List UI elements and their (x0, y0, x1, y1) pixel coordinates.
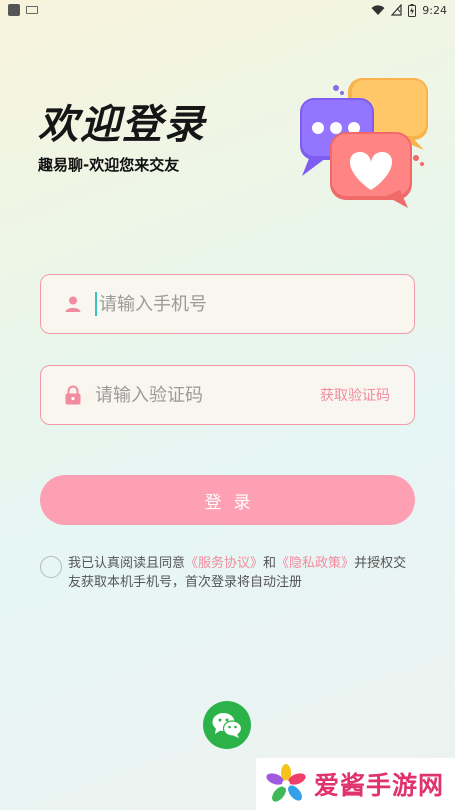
phone-field[interactable] (40, 274, 415, 334)
signal-icon (391, 4, 402, 16)
agreement-text: 我已认真阅读且同意《服务协议》和《隐私政策》并授权交友获取本机手机号，首次登录将… (68, 554, 415, 592)
status-time: 9:24 (422, 3, 447, 17)
agreement-and: 和 (263, 556, 277, 571)
agreement-checkbox[interactable] (40, 556, 62, 578)
status-bar: 9:24 (0, 0, 455, 20)
lock-icon (63, 385, 83, 405)
status-left (8, 4, 38, 16)
verification-code-input[interactable] (95, 384, 320, 406)
page-subtitle: 趣易聊-欢迎您来交友 (38, 156, 180, 174)
watermark-text: 爱酱手游网 (314, 771, 445, 800)
service-agreement-link[interactable]: 《服务协议》 (185, 556, 263, 571)
battery-charging-icon (408, 3, 417, 17)
page-title: 欢迎登录 (38, 102, 206, 148)
agreement: 我已认真阅读且同意《服务协议》和《隐私政策》并授权交友获取本机手机号，首次登录将… (40, 554, 415, 592)
user-icon (63, 294, 83, 314)
wechat-login-button[interactable] (203, 701, 251, 749)
wechat-icon (212, 713, 243, 738)
agreement-prefix: 我已认真阅读且同意 (68, 556, 186, 571)
wifi-icon (371, 4, 385, 15)
text-cursor (95, 292, 97, 316)
verification-code-field[interactable]: 获取验证码 (40, 365, 415, 425)
get-code-button[interactable]: 获取验证码 (320, 385, 390, 405)
app-icon (8, 4, 20, 16)
watermark: 爱酱手游网 (256, 758, 455, 810)
pinwheel-logo-icon (266, 764, 306, 802)
phone-input[interactable] (99, 293, 414, 315)
privacy-policy-link[interactable]: 《隐私政策》 (276, 556, 354, 571)
status-right: 9:24 (371, 3, 447, 17)
keyboard-icon (26, 6, 38, 14)
login-button[interactable]: 登录 (40, 475, 415, 525)
chat-bubbles-heart-illustration (300, 78, 428, 208)
